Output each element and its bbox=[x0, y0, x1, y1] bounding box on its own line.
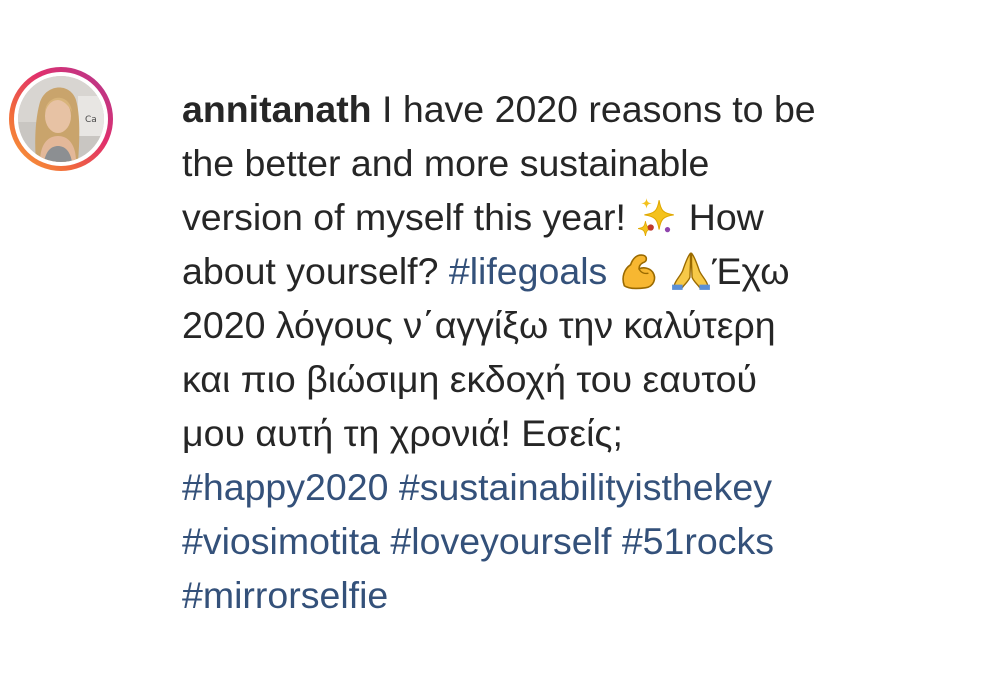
caption-line: #mirrorselfie bbox=[182, 568, 982, 622]
caption-text-segment: μου αυτή τη χρονιά! Εσείς; bbox=[182, 412, 623, 454]
svg-text:Ca: Ca bbox=[85, 115, 97, 125]
caption-line: #happy2020 #sustainabilityisthekey bbox=[182, 460, 982, 514]
caption-line: και πιο βιώσιμη εκδοχή του εαυτού bbox=[182, 352, 982, 406]
caption-text-segment bbox=[660, 250, 670, 292]
hashtag-link[interactable]: #sustainabilityisthekey bbox=[399, 466, 772, 508]
story-ring[interactable]: Ca bbox=[9, 67, 113, 171]
caption-text-segment: about yourself? bbox=[182, 250, 449, 292]
caption-line: the better and more sustainable bbox=[182, 136, 982, 190]
caption-line: 2020 λόγους ν΄αγγίξω την καλύτερη bbox=[182, 298, 982, 352]
caption-text: annitanath I have 2020 reasons to be the… bbox=[182, 82, 982, 622]
caption-line: #viosimotita #loveyourself #51rocks bbox=[182, 514, 982, 568]
caption-text-segment: version of myself this year! bbox=[182, 196, 637, 238]
hashtag-link[interactable]: #mirrorselfie bbox=[182, 574, 388, 616]
hashtag-link[interactable]: #viosimotita bbox=[182, 520, 380, 562]
hashtag-link[interactable]: #loveyourself bbox=[390, 520, 611, 562]
caption-line: version of myself this year! How bbox=[182, 190, 982, 244]
caption-text-segment: How bbox=[678, 196, 764, 238]
caption-text-segment bbox=[388, 466, 398, 508]
caption-text-segment bbox=[380, 520, 390, 562]
caption-text-segment: the better and more sustainable bbox=[182, 142, 710, 184]
caption-line: about yourself? #lifegoals Έχω bbox=[182, 244, 982, 298]
avatar-frame: Ca bbox=[14, 72, 108, 166]
caption-line: annitanath I have 2020 reasons to be bbox=[182, 82, 982, 136]
hashtag-link[interactable]: #lifegoals bbox=[449, 250, 607, 292]
flexed-biceps-icon bbox=[618, 250, 660, 292]
post-caption: Ca annitanath I have 2020 reasons to be … bbox=[0, 0, 1000, 673]
caption-text-segment: και πιο βιώσιμη εκδοχή του εαυτού bbox=[182, 358, 758, 400]
caption-text-segment bbox=[607, 250, 617, 292]
caption-text-segment: I have 2020 reasons to be bbox=[371, 88, 816, 130]
hashtag-link[interactable]: #51rocks bbox=[622, 520, 774, 562]
caption-line: μου αυτή τη χρονιά! Εσείς; bbox=[182, 406, 982, 460]
caption-text-segment bbox=[611, 520, 621, 562]
folded-hands-icon bbox=[670, 250, 712, 292]
hashtag-link[interactable]: #happy2020 bbox=[182, 466, 388, 508]
avatar[interactable]: Ca bbox=[18, 76, 104, 162]
caption-text-segment: Έχω bbox=[712, 250, 790, 292]
caption-text-segment: 2020 λόγους ν΄αγγίξω την καλύτερη bbox=[182, 304, 776, 346]
sparkles-icon bbox=[636, 196, 678, 238]
username-link[interactable]: annitanath bbox=[182, 88, 372, 130]
